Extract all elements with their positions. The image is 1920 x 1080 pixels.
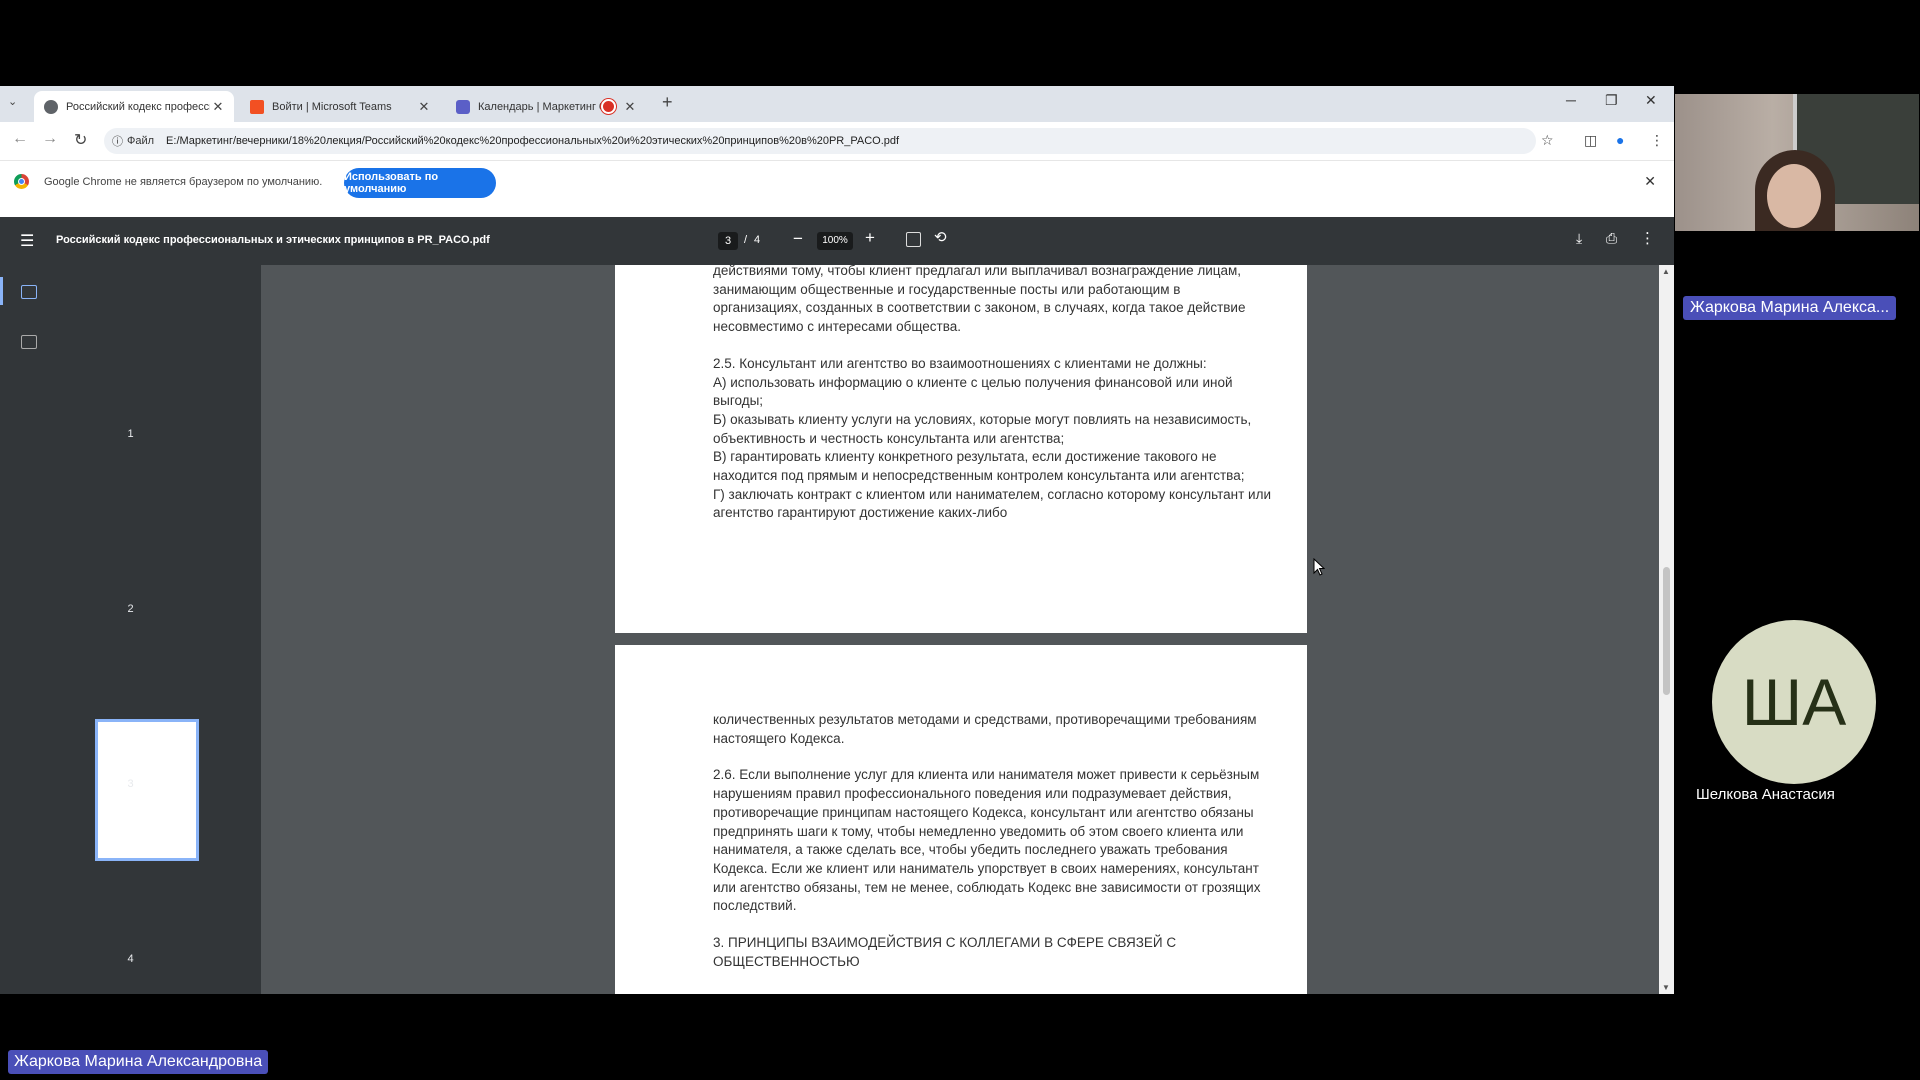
pdf-page-3: действиями тому, чтобы клиент предлагал … (615, 265, 1307, 633)
pdf-title: Российский кодекс профессиональных и эти… (56, 234, 490, 246)
tab-calendar[interactable]: Календарь | Маркетинг 0 ✕ (446, 91, 646, 122)
thumbnail-sidebar: 1 2 3 4 (0, 265, 261, 994)
thumbnail-1[interactable]: 1 (0, 428, 261, 440)
tab-teams-login[interactable]: Войти | Microsoft Teams ✕ (240, 91, 440, 122)
window-close-button[interactable]: ✕ (1645, 92, 1657, 109)
url-text[interactable]: E:/Маркетинг/вечерники/18%20лекция/Росси… (166, 135, 899, 147)
teams-logo-icon (456, 99, 470, 114)
close-icon[interactable]: ✕ (210, 99, 226, 115)
video-person-face (1767, 164, 1821, 228)
profile-icon[interactable]: ● (1616, 132, 1624, 148)
tab-pdf[interactable]: Российский кодекс профессиона ✕ (34, 91, 234, 122)
participant-name: Шелкова Анастасия (1696, 786, 1835, 803)
zoom-in-icon[interactable]: + (865, 228, 875, 248)
page-text-block: действиями тому, чтобы клиент предлагал … (713, 265, 1273, 523)
paragraph: В) гарантировать клиенту конкретного рез… (713, 449, 1245, 484)
tab-title: Календарь | Маркетинг 0 (478, 100, 601, 113)
scroll-up-icon[interactable]: ▲ (1662, 267, 1670, 276)
participant-video-tile[interactable] (1675, 94, 1919, 231)
thumbnails-view-icon[interactable] (21, 285, 37, 299)
page-separator: / (744, 234, 748, 246)
paragraph: 2.5. Консультант или агентство во взаимо… (713, 355, 1207, 371)
print-icon[interactable]: ⎙ (1606, 230, 1617, 247)
section-heading: 3. ПРИНЦИПЫ ВЗАИМОДЕЙСТВИЯ С КОЛЛЕГАМИ В… (713, 935, 1177, 969)
participant-avatar[interactable]: ША (1712, 620, 1876, 784)
tab-title: Российский кодекс профессиона (66, 100, 210, 113)
shared-screen: ⌄ Российский кодекс профессиона ✕ Войти … (0, 86, 1674, 994)
minimize-button[interactable]: ─ (1566, 92, 1576, 108)
presenter-name-tag: Жаркова Марина Александровна (8, 1050, 269, 1074)
more-options-icon[interactable]: ⋮ (1640, 229, 1655, 247)
info-icon: ⓘ (112, 136, 123, 148)
bookmark-star-icon[interactable]: ☆ (1541, 132, 1554, 149)
tab-strip: ⌄ Российский кодекс профессиона ✕ Войти … (0, 86, 1674, 122)
close-icon[interactable]: ✕ (622, 99, 638, 115)
close-icon[interactable]: ✕ (416, 99, 432, 115)
menu-icon[interactable]: ☰ (20, 231, 34, 251)
thumbnail-3-preview[interactable] (95, 719, 199, 861)
outline-view-icon[interactable] (21, 335, 37, 349)
site-info-label: Файл (127, 135, 155, 147)
browser-toolbar: ← → ↻ ⓘ Файл E:/Маркетинг/вечерники/18%2… (0, 122, 1674, 160)
browser-menu-icon[interactable]: ⋮ (1650, 132, 1664, 149)
globe-icon (44, 99, 58, 114)
chrome-logo-icon (14, 174, 29, 189)
new-tab-button[interactable]: + (662, 92, 673, 113)
set-default-button[interactable]: Использовать по умолчанию (344, 168, 496, 198)
zoom-input[interactable]: 100% (817, 232, 853, 250)
mouse-cursor-icon (1313, 557, 1326, 581)
pdf-page-4: количественных результатов методами и ср… (615, 645, 1307, 994)
paragraph: действиями тому, чтобы клиент предлагал … (713, 265, 1246, 335)
recording-icon (601, 99, 616, 114)
restore-button[interactable]: ❐ (1605, 92, 1618, 109)
default-browser-infobar: Google Chrome не является браузером по у… (0, 160, 1674, 203)
thumbnail-4[interactable]: 4 (0, 953, 261, 965)
infobar-message: Google Chrome не является браузером по у… (44, 176, 323, 188)
microsoft-logo-icon (250, 99, 264, 114)
paragraph: Г) заключать контракт с клиентом или нан… (713, 486, 1271, 521)
address-bar[interactable]: ⓘ Файл E:/Маркетинг/вечерники/18%20лекци… (104, 128, 1536, 154)
side-panel-icon[interactable]: ◫ (1584, 132, 1597, 149)
reload-icon[interactable]: ↻ (74, 130, 87, 150)
infobar-close-icon[interactable]: ✕ (1644, 173, 1656, 190)
thumbnail-3[interactable]: 3 (0, 778, 261, 790)
scroll-down-icon[interactable]: ▼ (1662, 983, 1670, 992)
zoom-out-icon[interactable]: − (793, 229, 803, 249)
scroll-thumb[interactable] (1663, 567, 1670, 695)
paragraph: Б) оказывать клиенту услуги на условиях,… (713, 411, 1252, 446)
pdf-document-area[interactable]: действиями тому, чтобы клиент предлагал … (261, 265, 1659, 994)
thumbnail-2[interactable]: 2 (0, 603, 261, 615)
forward-arrow-icon[interactable]: → (42, 130, 58, 148)
tab-title: Войти | Microsoft Teams (272, 100, 392, 113)
paragraph: 2.6. Если выполнение услуг для клиента и… (713, 767, 1261, 914)
page-text-block: количественных результатов методами и ср… (713, 711, 1273, 971)
site-info-chip[interactable]: ⓘ Файл (112, 133, 154, 149)
back-arrow-icon[interactable]: ← (12, 130, 28, 148)
fit-to-page-icon[interactable] (906, 232, 921, 247)
pdf-scrollbar[interactable]: ▲ ▼ (1659, 265, 1674, 994)
pdf-toolbar: ☰ Российский кодекс профессиональных и э… (0, 217, 1674, 265)
participant-name-tag: Жаркова Марина Алекса... (1683, 296, 1897, 320)
tab-search-chevron-icon[interactable]: ⌄ (8, 95, 17, 108)
rotate-icon[interactable]: ⟲ (934, 228, 947, 246)
page-number-input[interactable]: 3 (718, 232, 738, 250)
download-icon[interactable]: ⤓ (1576, 230, 1582, 247)
page-total: 4 (754, 234, 761, 246)
active-view-indicator (0, 277, 3, 305)
paragraph: количественных результатов методами и ср… (713, 712, 1257, 746)
paragraph: А) использовать информацию о клиенте с ц… (713, 374, 1233, 409)
